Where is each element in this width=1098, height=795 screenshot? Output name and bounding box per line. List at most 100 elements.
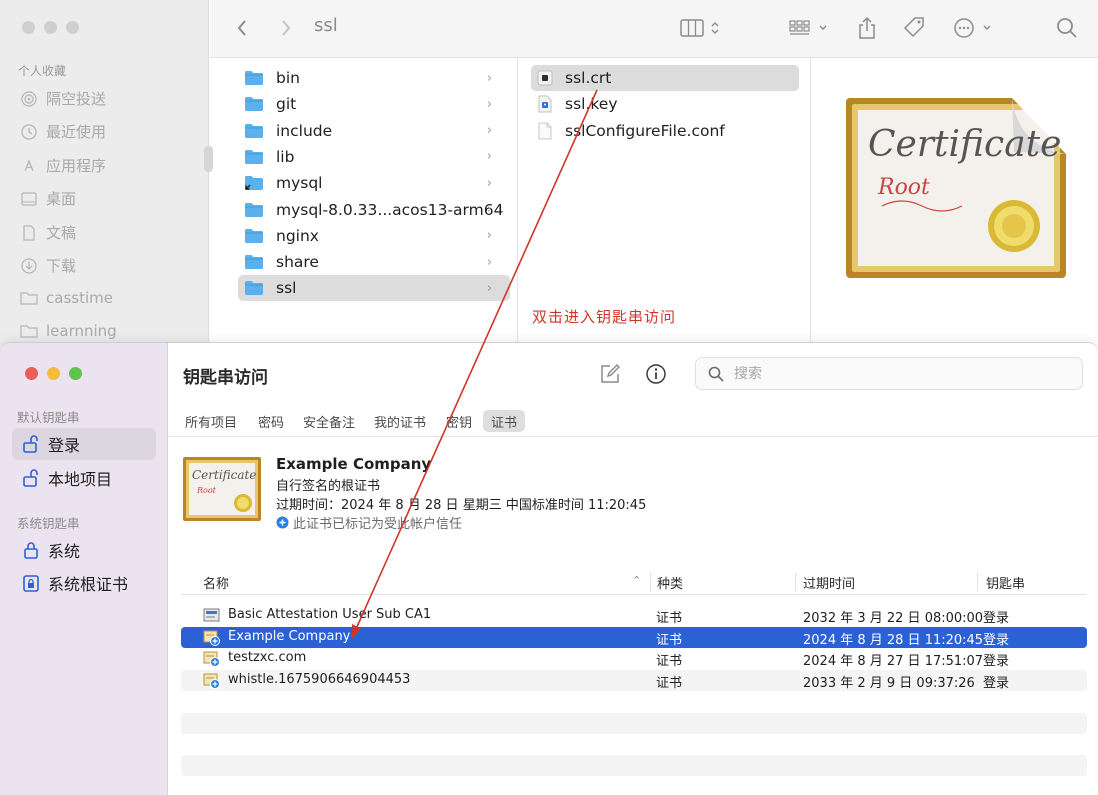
- sidebar-item-applications[interactable]: 应用程序: [20, 155, 106, 176]
- sidebar-item-label: 系统: [48, 542, 81, 561]
- folder-name: bin: [276, 69, 300, 87]
- folder-row[interactable]: mysql ›: [238, 170, 510, 196]
- chevron-right-icon: ›: [486, 70, 492, 86]
- sidebar-item-label: 下载: [46, 257, 77, 275]
- folder-name: mysql-8.0.33...acos13-arm64: [276, 200, 504, 219]
- table-row[interactable]: whistle.1675906646904453 证书 2033 年 2 月 9 日…: [181, 669, 1087, 691]
- ellipsis-circle-icon: [954, 18, 991, 38]
- share-button[interactable]: [854, 14, 880, 42]
- sort-ascending-icon[interactable]: ⌃: [632, 574, 641, 587]
- certificate-icon: Certificate Root: [183, 457, 261, 521]
- search-field[interactable]: [695, 357, 1083, 390]
- folder-name: ssl: [276, 279, 297, 298]
- chevron-right-icon: ›: [486, 228, 492, 244]
- chevron-right-icon: ›: [486, 96, 492, 112]
- tab-passwords[interactable]: 密码: [250, 410, 292, 432]
- folder-name: share: [276, 253, 319, 272]
- folder-row[interactable]: lib ›: [238, 144, 510, 170]
- sidebar-item-casstime[interactable]: casstime: [20, 289, 113, 307]
- tab-all-items[interactable]: 所有项目: [177, 410, 245, 432]
- minimize-button[interactable]: [44, 21, 57, 34]
- file-row[interactable]: ssl.key: [531, 91, 799, 117]
- folder-icon: [244, 254, 264, 270]
- tab-certificates[interactable]: 证书: [483, 410, 526, 432]
- close-button[interactable]: [22, 21, 35, 34]
- group-button[interactable]: [786, 14, 834, 42]
- lock-cabinet-icon: [22, 574, 40, 592]
- sidebar-item-airdrop[interactable]: 隔空投送: [20, 88, 106, 109]
- sidebar-item-system-roots[interactable]: 系统根证书: [12, 567, 156, 599]
- sidebar-item-system[interactable]: 系统: [12, 534, 156, 566]
- sidebar-item-label: 应用程序: [46, 157, 107, 175]
- tab-my-certificates[interactable]: 我的证书: [366, 410, 434, 432]
- folder-name: nginx: [276, 226, 319, 245]
- finder-toolbar: ssl: [210, 0, 1098, 58]
- file-row[interactable]: sslConfigureFile.conf: [531, 118, 799, 144]
- cell-name: whistle.1675906646904453: [228, 671, 411, 687]
- column-header-kind[interactable]: 种类: [657, 573, 683, 592]
- forward-button[interactable]: [274, 14, 298, 42]
- cell-kind: 证书: [656, 611, 683, 626]
- column-header-keychain[interactable]: 钥匙串: [986, 573, 1025, 592]
- window-title: ssl: [314, 15, 338, 36]
- sidebar-item-local-items[interactable]: 本地项目: [12, 462, 156, 494]
- column-header-expires[interactable]: 过期时间: [803, 573, 855, 592]
- search-button[interactable]: [1054, 14, 1080, 42]
- folder-icon: [244, 228, 264, 244]
- back-button[interactable]: [230, 14, 254, 42]
- window-controls: [25, 367, 82, 380]
- cell-expires: 2032 年 3 月 22 日 08:00:00: [803, 611, 984, 626]
- zoom-button[interactable]: [66, 21, 79, 34]
- sidebar-item-recents[interactable]: 最近使用: [20, 121, 106, 142]
- more-actions-button[interactable]: [951, 14, 997, 42]
- keychain-sidebar: 默认钥匙串 登录 本地项目 系统钥匙串 系统 系统根证书: [0, 343, 168, 795]
- folder-row[interactable]: include ›: [238, 118, 510, 144]
- folder-row[interactable]: share ›: [238, 249, 510, 275]
- close-button[interactable]: [25, 367, 38, 380]
- search-input[interactable]: [734, 365, 1064, 382]
- folder-icon: [244, 280, 264, 296]
- folder-name: include: [276, 121, 333, 140]
- chevron-right-icon: ›: [486, 123, 492, 139]
- folder-icon: [244, 202, 264, 218]
- sidebar-item-label: 登录: [48, 436, 81, 455]
- tag-button[interactable]: [900, 14, 928, 42]
- sidebar-item-downloads[interactable]: 下载: [20, 255, 76, 276]
- sidebar-item-label: 系统根证书: [48, 575, 129, 594]
- cell-expires: 2024 年 8 月 27 日 17:51:07: [803, 654, 984, 670]
- folder-name: lib: [276, 147, 295, 166]
- document-icon: [537, 122, 553, 140]
- table-row[interactable]: testzxc.com 证书 2024 年 8 月 27 日 17:51:07 登录: [181, 648, 1087, 669]
- folder-row[interactable]: mysql-8.0.33...acos13-arm64 ›: [238, 197, 510, 223]
- get-info-button[interactable]: [645, 363, 667, 385]
- sidebar-item-learnning[interactable]: learnning: [20, 322, 117, 340]
- folder-row[interactable]: bin ›: [238, 65, 510, 91]
- unlock-icon: [22, 469, 40, 487]
- tab-secure-notes[interactable]: 安全备注: [295, 410, 363, 432]
- folder-row[interactable]: nginx ›: [238, 223, 510, 249]
- minimize-button[interactable]: [47, 367, 60, 380]
- svg-text:Certificate: Certificate: [192, 468, 256, 482]
- folder-icon: [20, 290, 38, 306]
- column-header-name[interactable]: 名称: [203, 573, 229, 592]
- file-row[interactable]: ssl.crt: [531, 65, 799, 91]
- sidebar-item-label: casstime: [46, 289, 113, 307]
- folder-row[interactable]: ssl ›: [238, 275, 510, 302]
- sidebar-item-documents[interactable]: 文稿: [20, 222, 76, 243]
- sidebar-item-login[interactable]: 登录: [12, 428, 156, 460]
- view-mode-button[interactable]: [677, 14, 727, 42]
- table-row[interactable]: Basic Attestation User Sub CA1 证书 2032 年 3…: [181, 605, 1087, 626]
- cell-name: Basic Attestation User Sub CA1: [228, 607, 432, 622]
- tab-keys[interactable]: 密钥: [438, 410, 480, 432]
- sidebar-item-label: 文稿: [46, 224, 77, 242]
- zoom-button[interactable]: [69, 367, 82, 380]
- sidebar-item-desktop[interactable]: 桌面: [20, 188, 76, 209]
- sidebar-item-label: 最近使用: [46, 123, 107, 141]
- chevron-right-icon: ›: [486, 149, 492, 165]
- table-row[interactable]: Example Company 证书 2024 年 8 月 28 日 11:20:4…: [181, 626, 1087, 648]
- folder-row[interactable]: git ›: [238, 91, 510, 117]
- sidebar-resize-handle[interactable]: [204, 146, 213, 172]
- sidebar-item-label: 本地项目: [48, 470, 113, 489]
- folder-icon: [20, 323, 38, 339]
- new-item-button[interactable]: [599, 363, 621, 385]
